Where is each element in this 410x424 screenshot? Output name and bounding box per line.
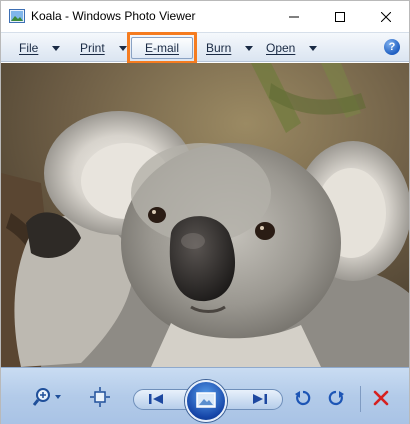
zoom-icon: [32, 387, 63, 410]
actual-size-button[interactable]: [89, 386, 111, 410]
toolbar-separator: [360, 386, 361, 412]
next-icon: [249, 392, 269, 409]
maximize-button[interactable]: [317, 1, 363, 32]
next-button[interactable]: [243, 390, 275, 410]
rotate-left-button[interactable]: [292, 388, 314, 410]
help-icon[interactable]: ?: [384, 39, 400, 55]
menu-file[interactable]: File: [19, 37, 61, 59]
menu-email-label: E-mail: [144, 41, 179, 55]
photo-display[interactable]: [1, 63, 409, 367]
menu-burn[interactable]: Burn: [206, 37, 254, 59]
menu-open-label: Open: [266, 41, 296, 55]
window-title: Koala - Windows Photo Viewer: [31, 9, 196, 23]
rotate-right-icon: [327, 389, 345, 410]
command-bar: File Print E-mail Burn Open ?: [1, 32, 409, 62]
previous-button[interactable]: [141, 390, 173, 410]
menu-open[interactable]: Open: [266, 37, 318, 59]
menu-file-label: File: [19, 41, 39, 55]
bottom-toolbar: [1, 367, 409, 424]
minimize-icon: [289, 12, 299, 22]
photo-viewer-icon: [9, 9, 25, 23]
title-bar[interactable]: Koala - Windows Photo Viewer: [1, 1, 409, 32]
chevron-down-icon: [245, 45, 254, 51]
chevron-down-icon: [118, 45, 127, 51]
slideshow-button[interactable]: [185, 380, 227, 422]
minimize-button[interactable]: [271, 1, 317, 32]
menu-burn-label: Burn: [206, 41, 232, 55]
rotate-right-button[interactable]: [325, 388, 347, 410]
koala-photo: [1, 63, 409, 367]
chevron-down-icon: [52, 45, 61, 51]
chevron-down-icon: [309, 45, 318, 51]
zoom-button[interactable]: [31, 387, 65, 409]
previous-icon: [147, 392, 167, 409]
slideshow-icon: [196, 391, 216, 411]
maximize-icon: [335, 11, 345, 22]
menu-print[interactable]: Print: [80, 37, 127, 59]
menu-print-label: Print: [80, 41, 105, 55]
delete-icon: [373, 390, 389, 409]
delete-button[interactable]: [370, 388, 392, 410]
actual-size-icon: [90, 386, 110, 410]
close-icon: [381, 11, 391, 22]
menu-email[interactable]: E-mail: [131, 37, 193, 59]
close-button[interactable]: [363, 1, 409, 32]
photo-viewer-window: Koala - Windows Photo Viewer File Print: [0, 0, 410, 424]
rotate-left-icon: [294, 389, 312, 410]
